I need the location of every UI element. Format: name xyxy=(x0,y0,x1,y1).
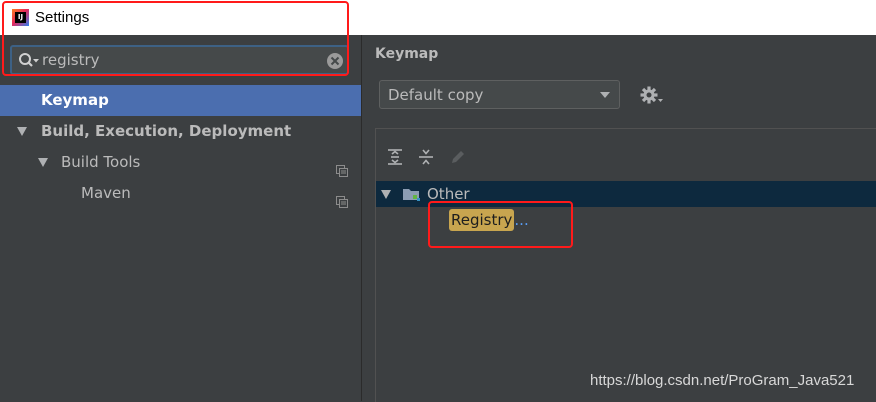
annotation-box-registry xyxy=(428,201,573,248)
settings-sidebar: Keymap Build, Execution, Deployment Buil… xyxy=(0,35,361,401)
edit-icon[interactable] xyxy=(449,148,467,170)
keymap-scheme-value: Default copy xyxy=(388,86,484,104)
sidebar-item-label: Build Tools xyxy=(61,153,141,171)
chevron-down-icon xyxy=(600,92,610,98)
sidebar-item-maven[interactable]: Maven xyxy=(0,178,361,209)
page-title: Keymap xyxy=(375,46,439,62)
folder-icon xyxy=(402,186,422,206)
annotation-box-search xyxy=(2,1,349,76)
gear-icon[interactable] xyxy=(640,86,664,110)
keymap-actions-tree: Other Registry... xyxy=(375,128,876,402)
project-settings-icon xyxy=(336,188,348,219)
sidebar-item-label: Maven xyxy=(81,184,131,202)
sidebar-item-label: Build, Execution, Deployment xyxy=(41,122,292,140)
keymap-scheme-dropdown[interactable]: Default copy xyxy=(379,80,620,109)
sidebar-item-build-execution-deployment[interactable]: Build, Execution, Deployment xyxy=(0,116,361,147)
sidebar-item-keymap[interactable]: Keymap xyxy=(0,85,361,116)
watermark-text: https://blog.csdn.net/ProGram_Java521 xyxy=(590,372,855,389)
expand-arrow-icon[interactable] xyxy=(17,127,27,136)
collapse-all-icon[interactable] xyxy=(417,148,435,170)
sidebar-item-label: Keymap xyxy=(41,91,109,109)
expand-arrow-icon[interactable] xyxy=(38,158,48,167)
expand-arrow-icon[interactable] xyxy=(381,190,391,199)
expand-all-icon[interactable] xyxy=(386,148,404,170)
sidebar-item-build-tools[interactable]: Build Tools xyxy=(0,147,361,178)
